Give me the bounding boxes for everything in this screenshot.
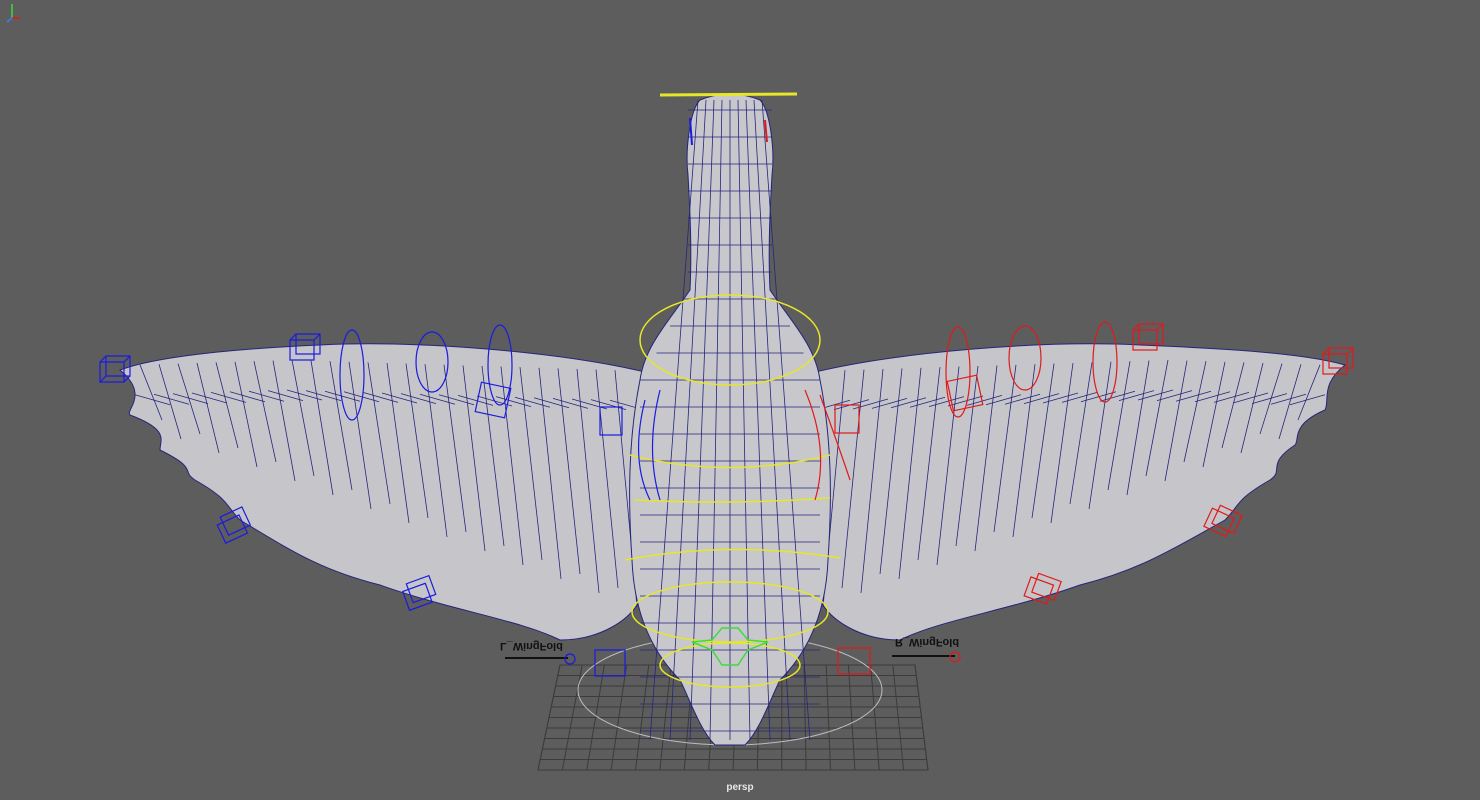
body-mesh[interactable] bbox=[629, 93, 831, 746]
perspective-viewport[interactable]: L_WingFold R_WingFold persp bbox=[0, 0, 1480, 800]
right-wing-mesh[interactable] bbox=[814, 343, 1347, 641]
camera-name-label: persp bbox=[726, 782, 754, 793]
left-wing-mesh[interactable] bbox=[119, 343, 646, 641]
axis-gizmo-icon bbox=[6, 4, 20, 23]
left-wingfold-label: L_WingFold bbox=[500, 640, 563, 652]
scene-canvas[interactable] bbox=[0, 0, 1480, 800]
right-wingfold-label: R_WingFold bbox=[895, 636, 960, 648]
head-control bbox=[659, 92, 798, 97]
right-foot-control bbox=[837, 647, 871, 675]
left-foot-control bbox=[594, 649, 626, 677]
